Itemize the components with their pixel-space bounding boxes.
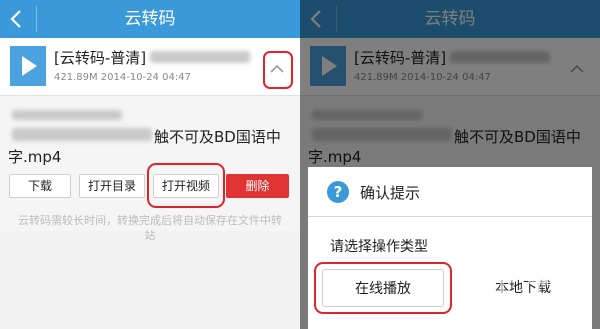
dialog-title: 确认提示 bbox=[360, 184, 421, 202]
blurred-title-text bbox=[150, 51, 250, 63]
dialog-message: 请选择操作类型 bbox=[330, 239, 428, 255]
highlight-ring-open-video bbox=[147, 163, 225, 208]
highlight-ring-collapse bbox=[263, 51, 293, 89]
dialog-header: ? 确认提示 bbox=[308, 167, 592, 217]
hint-line2: 站 bbox=[144, 229, 156, 242]
hint-line1: 云转码需较长时间，转换完成后将自动保存在文件中转 bbox=[18, 214, 282, 227]
watermark-url: www.xiazaiba.com bbox=[478, 312, 571, 323]
blurred-path-text bbox=[12, 110, 122, 120]
blurred-filename-text bbox=[12, 128, 152, 141]
highlight-ring-online-play bbox=[314, 262, 452, 314]
play-icon bbox=[10, 46, 46, 86]
conversion-hint: 云转码需较长时间，转换完成后将自动保存在文件中转 站 bbox=[0, 213, 300, 243]
file-meta: 421.89M 2014-10-24 04:47 bbox=[54, 72, 191, 83]
top-bar: 云转码 bbox=[0, 0, 300, 38]
file-name-line2: 字.mp4 bbox=[8, 148, 62, 166]
page-title: 云转码 bbox=[124, 9, 176, 29]
svg-text:?: ? bbox=[334, 183, 343, 201]
file-name-line1: 触不可及BD国语中 bbox=[154, 128, 281, 146]
file-list-item[interactable]: [云转码-普清] 421.89M 2014-10-24 04:47 bbox=[0, 38, 300, 96]
download-button[interactable]: 下载 bbox=[9, 174, 71, 198]
file-detail-panel: 触不可及BD国语中 字.mp4 bbox=[0, 96, 300, 231]
left-screen: 云转码 [云转码-普清] 421.89M 2014-10-24 04:47 触不… bbox=[0, 0, 300, 329]
file-title: [云转码-普清] bbox=[54, 49, 147, 67]
open-directory-button[interactable]: 打开目录 bbox=[79, 174, 145, 198]
question-icon: ? bbox=[327, 181, 349, 203]
delete-button[interactable]: 删除 bbox=[226, 174, 289, 198]
